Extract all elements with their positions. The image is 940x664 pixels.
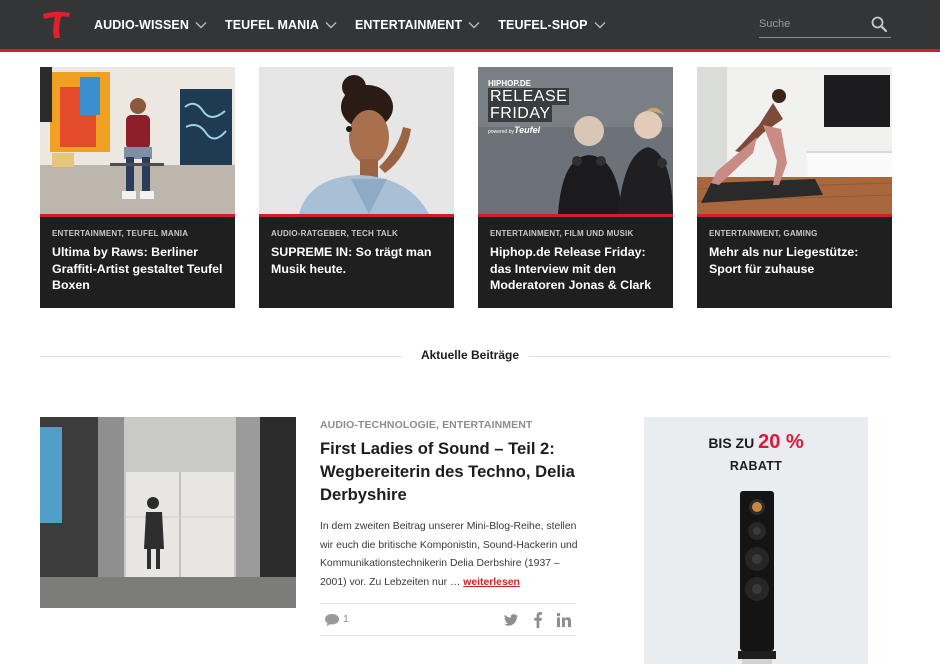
card-image-release-friday: HIPHOP.DE RELEASE FRIDAY powered by Teuf… [478,67,673,214]
facebook-icon[interactable] [530,612,546,628]
image-release-text: RELEASE [488,88,570,105]
nav-item-entertainment[interactable]: ENTERTAINMENT [355,18,480,32]
article-image-delia[interactable] [40,417,296,608]
featured-card-graffiti[interactable]: ENTERTAINMENT, TEUFEL MANIA Ultima by Ra… [40,67,235,308]
teufel-logo-icon[interactable] [40,8,72,40]
promo-headline: BIS ZU 20 % [644,431,868,454]
section-title: Aktuelle Beiträge [420,348,520,362]
promo-percent: 20 % [758,431,804,453]
card-accent-line [697,214,892,217]
chevron-down-icon [468,21,480,28]
header-accent-line [0,49,940,52]
featured-card-supreme-in[interactable]: AUDIO-RATGEBER, TECH TALK SUPREME IN: So… [259,67,454,308]
search-input[interactable] [759,14,867,34]
top-navigation-bar: AUDIO-WISSEN TEUFEL MANIA ENTERTAINMENT … [0,0,940,49]
card-image-home-workout [697,67,892,214]
twitter-icon[interactable] [503,612,519,628]
comment-count: 1 [343,613,349,625]
nav-label: AUDIO-WISSEN [94,17,189,32]
chevron-down-icon [195,21,207,28]
linkedin-icon[interactable] [556,612,572,628]
comment-icon[interactable] [324,613,340,627]
article-title[interactable]: First Ladies of Sound – Teil 2: Wegberei… [320,437,590,506]
card-title[interactable]: Hiphop.de Release Friday: das Interview … [490,244,666,294]
promo-prefix: BIS ZU [708,435,755,451]
featured-card-release-friday[interactable]: HIPHOP.DE RELEASE FRIDAY powered by Teuf… [478,67,673,308]
nav-item-teufel-shop[interactable]: TEUFEL-SHOP [498,17,606,32]
nav-label: ENTERTAINMENT [354,17,463,32]
floorstanding-speaker-image [738,491,776,664]
image-powered-text: powered by [488,129,514,135]
promo-banner[interactable]: BIS ZU 20 % RABATT [644,417,868,664]
featured-card-sport[interactable]: ENTERTAINMENT, GAMING Mehr als nur Liege… [697,67,892,308]
article-category[interactable]: AUDIO-TECHNOLOGIE, ENTERTAINMENT [320,419,532,431]
card-category: ENTERTAINMENT, TEUFEL MANIA [52,229,189,238]
read-more-link[interactable]: weiterlesen [463,577,520,588]
card-category: ENTERTAINMENT, GAMING [709,229,818,238]
card-image-woman-earbuds [259,67,454,214]
card-category: AUDIO-RATGEBER, TECH TALK [271,229,398,238]
nav-label: TEUFEL MANIA [224,17,319,32]
nav-item-teufel-mania[interactable]: TEUFEL MANIA [225,18,337,32]
chevron-down-icon [325,21,337,28]
image-brand-text: HIPHOP.DE [488,79,531,88]
nav-item-audio-wissen[interactable]: AUDIO-WISSEN [94,18,207,32]
card-accent-line [478,214,673,217]
card-accent-line [259,214,454,217]
article-meta-bar: 1 [320,603,576,636]
card-category: ENTERTAINMENT, FILM UND MUSIK [490,229,634,238]
chevron-down-icon [594,21,606,28]
image-powered-brand: Teufel [514,125,541,135]
card-title[interactable]: Ultima by Raws: Berliner Graffiti-Artist… [52,244,228,294]
card-accent-line [40,214,235,217]
article-excerpt: In dem zweiten Beitrag unserer Mini-Blog… [320,518,582,592]
card-title[interactable]: SUPREME IN: So trägt man Musik heute. [271,244,447,277]
search-icon[interactable] [871,16,887,32]
card-image-graffiti-artist [40,67,235,214]
section-divider-right [529,356,891,357]
nav-label: TEUFEL-SHOP [498,17,588,32]
image-friday-text: FRIDAY [488,105,553,122]
card-title[interactable]: Mehr als nur Liegestütze: Sport für zuha… [709,244,885,277]
promo-subline: RABATT [729,459,783,473]
section-divider-left [40,356,402,357]
search-box [759,12,891,38]
main-nav: AUDIO-WISSEN TEUFEL MANIA ENTERTAINMENT … [94,0,624,49]
article-excerpt-text: In dem zweiten Beitrag unserer Mini-Blog… [320,521,578,588]
